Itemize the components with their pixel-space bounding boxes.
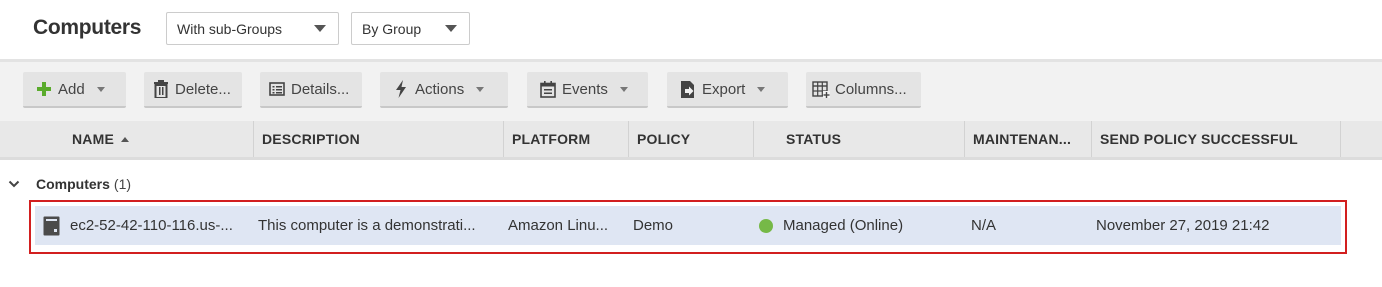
column-header-send-policy-label: SEND POLICY SUCCESSFUL [1100,131,1298,147]
events-button-label: Events [562,80,608,98]
column-header-description[interactable]: DESCRIPTION [253,121,504,157]
column-header-policy-label: POLICY [637,131,691,147]
column-header-name[interactable]: NAME [64,121,254,157]
column-header-status[interactable]: STATUS [778,121,965,157]
events-button[interactable]: Events [527,72,648,108]
caret-down-icon [476,86,485,92]
grouping-dropdown[interactable]: By Group [351,12,470,45]
table-row[interactable]: ec2-52-42-110-116.us-... This computer i… [35,206,1341,245]
cell-platform: Amazon Linu... [508,217,609,234]
column-header-send-policy[interactable]: SEND POLICY SUCCESSFUL [1091,121,1341,157]
export-icon [679,80,697,98]
caret-down-icon [757,86,766,92]
add-button-label: Add [58,80,85,98]
lightning-icon [392,80,410,98]
grouping-dropdown-label: By Group [362,20,422,37]
column-header-maintenance-label: MAINTENAN... [973,131,1072,147]
cell-description: This computer is a demonstrati... [258,217,476,234]
export-button-label: Export [702,80,746,98]
column-header-status-indicator[interactable] [753,121,779,157]
delete-button-label: Delete... [175,80,231,98]
cell-send-policy: November 27, 2019 21:42 [1096,217,1270,234]
caret-down-icon [314,25,326,32]
caret-down-icon [445,25,457,32]
column-header-platform[interactable]: PLATFORM [503,121,629,157]
cell-maintenance: N/A [971,217,997,234]
status-online-icon [759,218,773,233]
group-count: (1) [113,176,132,192]
column-header-status-label: STATUS [786,131,842,147]
column-header-description-label: DESCRIPTION [262,131,360,147]
page-title: Computers [33,16,142,39]
chevron-down-icon[interactable] [8,178,20,190]
column-header-platform-label: PLATFORM [512,131,591,147]
actions-button[interactable]: Actions [380,72,508,108]
table-header: NAME DESCRIPTION PLATFORM POLICY STATUS … [0,121,1382,160]
computer-icon [43,206,67,245]
add-button[interactable]: Add [23,72,126,108]
column-header-policy[interactable]: POLICY [628,121,754,157]
column-header-name-label: NAME [72,131,115,147]
toolbar: Add Delete... Details... Actions Events … [0,62,1382,121]
cell-name: ec2-52-42-110-116.us-... [70,217,233,234]
group-header[interactable]: Computers (1) [0,172,131,196]
cell-policy: Demo [633,217,674,234]
actions-button-label: Actions [415,80,465,98]
calendar-icon [539,80,557,98]
caret-down-icon [96,86,105,92]
subgroups-dropdown[interactable]: With sub-Groups [166,12,339,45]
trash-icon [152,80,170,98]
caret-down-icon [619,86,628,92]
group-name: Computers [36,176,110,192]
list-icon [268,80,286,98]
columns-button[interactable]: Columns... [806,72,921,108]
columns-icon [812,80,830,98]
column-header-maintenance[interactable]: MAINTENAN... [964,121,1091,157]
cell-status-label: Managed (Online) [783,217,904,234]
details-button[interactable]: Details... [260,72,362,108]
plus-icon [35,80,53,98]
subgroups-dropdown-label: With sub-Groups [177,20,283,37]
details-button-label: Details... [291,80,350,98]
cell-status: Managed (Online) [759,206,969,245]
export-button[interactable]: Export [667,72,788,108]
columns-button-label: Columns... [835,80,907,98]
delete-button[interactable]: Delete... [144,72,242,108]
sort-ascending-icon [121,136,130,142]
